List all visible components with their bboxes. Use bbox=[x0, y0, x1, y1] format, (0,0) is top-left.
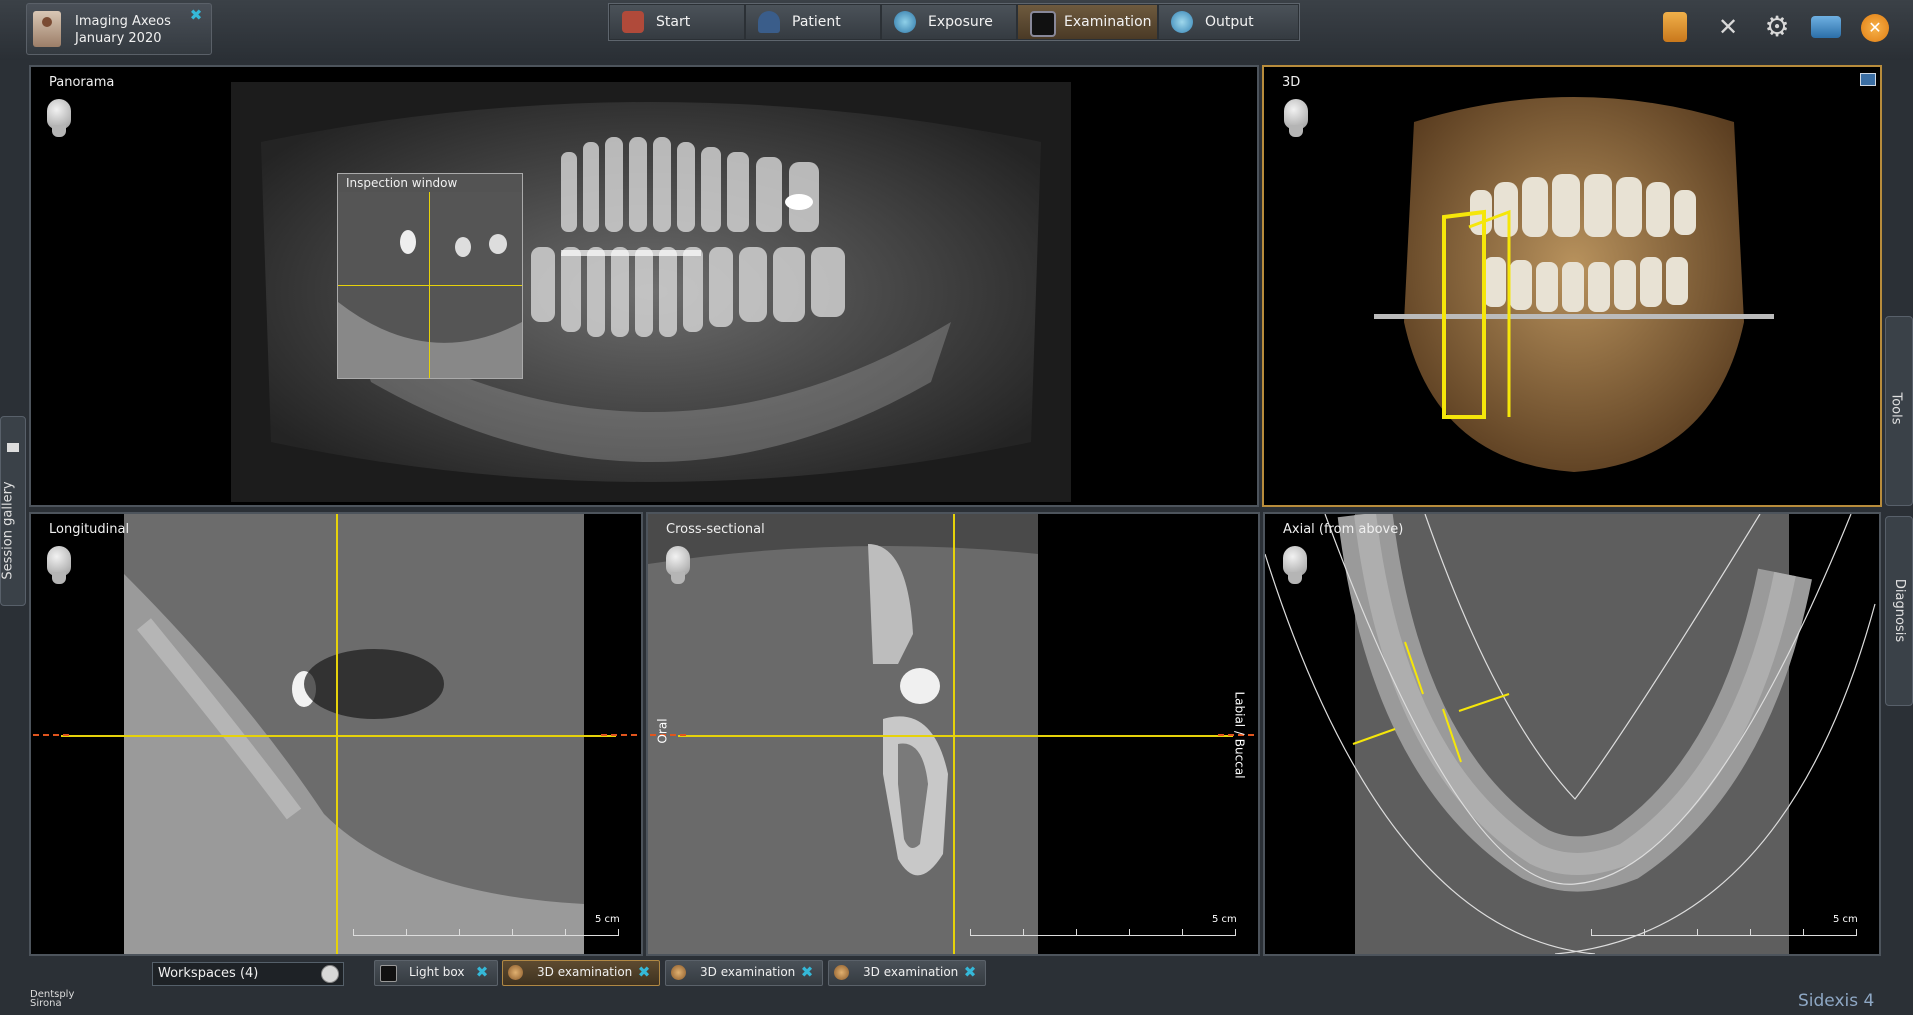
workflow-examination[interactable]: Examination bbox=[1018, 5, 1157, 39]
inspection-window-title: Inspection window bbox=[346, 176, 458, 190]
skull-icon bbox=[671, 965, 686, 980]
tools-label: Tools bbox=[1888, 392, 1904, 425]
scale-bar bbox=[353, 927, 619, 936]
globe-icon bbox=[894, 11, 916, 33]
gallery-icon bbox=[7, 443, 19, 452]
panorama-panel[interactable]: Panorama Inspection window bbox=[29, 65, 1259, 507]
close-tab-icon[interactable]: ✖ bbox=[475, 965, 489, 980]
scale-label: 5 cm bbox=[1212, 914, 1237, 925]
workspaces-label: Workspaces (4) bbox=[158, 966, 259, 981]
workflow-start[interactable]: Start bbox=[610, 5, 744, 39]
tools-icon[interactable]: ✕ bbox=[1713, 12, 1743, 42]
windows-icon[interactable] bbox=[1811, 16, 1841, 38]
cross-sectional-image bbox=[648, 514, 1038, 954]
crosshair-handle-left[interactable] bbox=[33, 734, 69, 736]
workflow-patient[interactable]: Patient bbox=[746, 5, 880, 39]
person-icon bbox=[758, 11, 780, 33]
scale-bar bbox=[1591, 927, 1857, 936]
patient-avatar bbox=[33, 11, 61, 47]
close-tab-icon[interactable]: ✖ bbox=[963, 965, 977, 980]
crosshair-horizontal[interactable] bbox=[678, 735, 1233, 737]
workspaces-selector[interactable]: Workspaces (4) bbox=[152, 962, 344, 986]
monitor-icon bbox=[1030, 11, 1056, 37]
book-icon[interactable] bbox=[1663, 12, 1687, 42]
oral-label: Oral bbox=[655, 718, 670, 744]
axial-title: Axial (from above) bbox=[1283, 522, 1404, 537]
crosshair-vertical[interactable] bbox=[953, 514, 955, 954]
crosshair-horizontal[interactable] bbox=[61, 735, 616, 737]
labial-buccal-label: Labial / Buccal bbox=[1232, 691, 1247, 779]
workspace-settings-icon[interactable] bbox=[321, 965, 339, 983]
session-gallery-tab[interactable]: Session gallery bbox=[0, 416, 26, 606]
scale-label: 5 cm bbox=[595, 914, 620, 925]
close-patient-icon[interactable]: ✖ bbox=[189, 8, 203, 23]
head-orientation-icon[interactable] bbox=[1281, 546, 1309, 586]
tab-light-box[interactable]: Light box ✖ bbox=[374, 960, 498, 986]
3d-render bbox=[1374, 97, 1774, 472]
workflow-exposure[interactable]: Exposure bbox=[882, 5, 1016, 39]
close-icon[interactable]: ✕ bbox=[1861, 14, 1889, 42]
head-orientation-icon[interactable] bbox=[1282, 99, 1310, 139]
patient-name: Imaging Axeos bbox=[75, 14, 171, 29]
tools-tab[interactable]: Tools bbox=[1885, 316, 1913, 506]
diagnosis-tab[interactable]: Diagnosis bbox=[1885, 516, 1913, 706]
session-gallery-label: Session gallery bbox=[0, 481, 16, 580]
scale-label: 5 cm bbox=[1833, 914, 1858, 925]
cross-sectional-panel[interactable]: Cross-sectional Oral Labial / Buccal 5 c… bbox=[646, 512, 1260, 956]
longitudinal-image bbox=[124, 514, 584, 954]
cross-sectional-title: Cross-sectional bbox=[666, 522, 765, 537]
patient-card[interactable]: Imaging Axeos January 2020 ✖ bbox=[26, 3, 212, 55]
axial-image bbox=[1265, 514, 1876, 954]
skull-icon bbox=[508, 965, 523, 980]
head-orientation-icon[interactable] bbox=[45, 99, 73, 139]
skull-icon bbox=[834, 965, 849, 980]
axial-panel[interactable]: Axial (from above) 5 cm bbox=[1263, 512, 1881, 956]
dentsply-sirona-logo: Dentsply Sirona bbox=[30, 990, 74, 1009]
3d-title: 3D bbox=[1282, 75, 1301, 90]
workflow-output[interactable]: Output bbox=[1159, 5, 1298, 39]
house-icon bbox=[622, 11, 644, 33]
workflow-bar: Start Patient Exposure Examination Outpu… bbox=[608, 3, 1300, 41]
close-tab-icon[interactable]: ✖ bbox=[637, 965, 651, 980]
maximize-panel-icon[interactable] bbox=[1860, 73, 1876, 86]
inspection-window[interactable]: Inspection window bbox=[337, 173, 523, 379]
product-name: Sidexis 4 bbox=[1798, 991, 1875, 1011]
brand-line-2: Sirona bbox=[30, 998, 62, 1009]
patient-date: January 2020 bbox=[75, 31, 162, 46]
head-orientation-icon[interactable] bbox=[45, 546, 73, 586]
close-tab-icon[interactable]: ✖ bbox=[800, 965, 814, 980]
panorama-title: Panorama bbox=[49, 75, 115, 90]
tab-3d-examination-1[interactable]: 3D examination ✖ bbox=[502, 960, 660, 986]
head-orientation-icon[interactable] bbox=[664, 546, 692, 586]
crosshair-vertical[interactable] bbox=[336, 514, 338, 954]
longitudinal-panel[interactable]: Longitudinal 5 cm bbox=[29, 512, 643, 956]
inspection-crosshair-h bbox=[338, 285, 522, 286]
scale-bar bbox=[970, 927, 1236, 936]
crosshair-handle-right[interactable] bbox=[601, 734, 637, 736]
globe-icon bbox=[1171, 11, 1193, 33]
tab-3d-examination-3[interactable]: 3D examination ✖ bbox=[828, 960, 986, 986]
monitor-icon bbox=[380, 965, 397, 982]
3d-panel[interactable]: 3D bbox=[1262, 65, 1882, 507]
gear-icon[interactable]: ⚙ bbox=[1762, 12, 1792, 42]
tab-3d-examination-2[interactable]: 3D examination ✖ bbox=[665, 960, 823, 986]
longitudinal-title: Longitudinal bbox=[49, 522, 130, 537]
diagnosis-label: Diagnosis bbox=[1892, 578, 1908, 643]
